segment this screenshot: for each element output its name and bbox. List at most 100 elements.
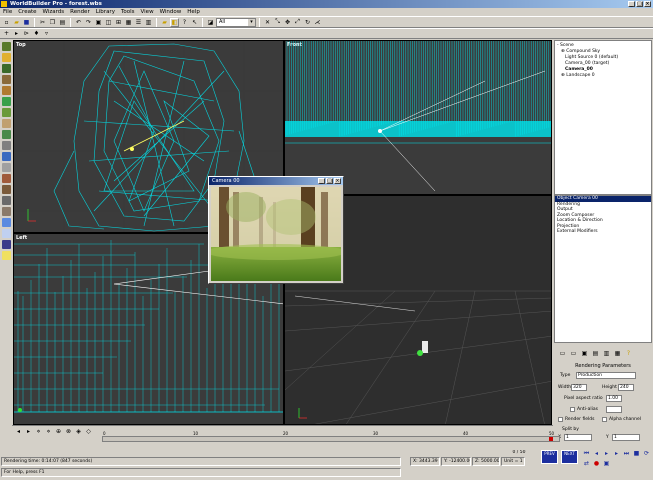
wall-tool-icon[interactable] — [1, 207, 11, 216]
cloud-tool-icon[interactable] — [1, 229, 11, 238]
key-icon[interactable]: ◂ — [14, 427, 23, 436]
open-folder-icon[interactable]: ▰ — [12, 18, 21, 27]
alpha-checkbox[interactable] — [602, 417, 607, 422]
ping-pong-icon[interactable]: ⇄ — [582, 459, 591, 468]
render-tool-icon[interactable]: ▥ — [602, 349, 611, 358]
menu-tools[interactable]: Tools — [121, 8, 135, 16]
filter-icon[interactable]: ▿ — [42, 29, 51, 38]
prop-item-modifiers[interactable]: External Modifiers — [555, 229, 651, 235]
camera-close-button[interactable]: × — [334, 178, 341, 184]
render-tool-icon[interactable]: ▤ — [591, 349, 600, 358]
prev-frame-button[interactable]: PREV — [541, 450, 558, 464]
tree-item[interactable]: ⊕ Landscape 0 — [557, 73, 649, 79]
height-input[interactable]: 240 — [618, 384, 634, 391]
context-help-icon[interactable]: ↖ — [190, 18, 199, 27]
menu-file[interactable]: File — [3, 8, 12, 16]
menu-render[interactable]: Render — [70, 8, 90, 16]
timeline-track[interactable]: 0 10 20 30 40 50 — [102, 431, 560, 442]
sky-tool-icon[interactable] — [1, 218, 11, 227]
maximize-button[interactable]: □ — [636, 1, 643, 7]
select-icon[interactable]: ⤡ — [273, 18, 282, 27]
copy-icon[interactable]: ❐ — [48, 18, 57, 27]
view-detail-icon[interactable]: ▥ — [144, 18, 153, 27]
antialias-checkbox[interactable] — [570, 407, 575, 412]
light-icon[interactable]: ♦ — [32, 29, 41, 38]
cut-icon[interactable]: ✂ — [38, 18, 47, 27]
next-frame-button[interactable]: NEXT — [561, 450, 578, 464]
y-input[interactable]: 1 — [612, 434, 640, 441]
menu-view[interactable]: View — [141, 8, 154, 16]
grass-tool-icon[interactable] — [1, 108, 11, 117]
new-file-icon[interactable]: ▫ — [2, 18, 11, 27]
aspect-input[interactable]: 1.00 — [606, 395, 622, 402]
road-tool-icon[interactable] — [1, 196, 11, 205]
key-icon[interactable]: ◇ — [84, 427, 93, 436]
pencil-tool-icon[interactable] — [1, 119, 11, 128]
type-select[interactable]: Production — [576, 372, 636, 379]
redo-icon[interactable]: ↷ — [84, 18, 93, 27]
menu-wizards[interactable]: Wizards — [43, 8, 65, 16]
render-fields-checkbox[interactable] — [558, 417, 563, 422]
minimize-button[interactable]: _ — [628, 1, 635, 7]
rotate-icon[interactable]: ↻ — [303, 18, 312, 27]
paste-icon[interactable]: ▤ — [58, 18, 67, 27]
key-icon[interactable]: ⊕ — [54, 427, 63, 436]
play-icon[interactable]: ▸ — [602, 449, 611, 458]
save-icon[interactable]: ■ — [22, 18, 31, 27]
stop-icon[interactable]: ■ — [632, 449, 641, 458]
fast-forward-icon[interactable]: ⏭ — [622, 449, 631, 458]
camera-preview-window[interactable]: Camera 00 _ □ × — [208, 176, 344, 284]
rock-tool-icon[interactable] — [1, 86, 11, 95]
key-icon[interactable]: ⊗ — [64, 427, 73, 436]
undo-icon[interactable]: ↶ — [74, 18, 83, 27]
view-list-icon[interactable]: ☰ — [134, 18, 143, 27]
timeline-end-marker[interactable] — [549, 437, 553, 441]
render-tool-icon[interactable]: ▣ — [580, 349, 589, 358]
key-icon[interactable]: ▸ — [24, 427, 33, 436]
camera-max-button[interactable]: □ — [326, 178, 333, 184]
plant-tool-icon[interactable] — [1, 97, 11, 106]
step-forward-icon[interactable]: ▸ — [612, 449, 621, 458]
x-input[interactable]: 1 — [564, 434, 592, 441]
library-icon[interactable]: ◧ — [170, 17, 179, 27]
view-split-icon[interactable]: ◫ — [104, 18, 113, 27]
bush-tool-icon[interactable] — [1, 130, 11, 139]
menu-help[interactable]: Help — [187, 8, 200, 16]
light-tool-icon[interactable] — [1, 251, 11, 260]
menu-create[interactable]: Create — [18, 8, 36, 16]
camera-min-button[interactable]: _ — [318, 178, 325, 184]
menu-library[interactable]: Library — [96, 8, 115, 16]
tree-tool-icon[interactable] — [1, 42, 11, 51]
view-single-icon[interactable]: ▣ — [94, 18, 103, 27]
view-quad-icon[interactable]: ⊞ — [114, 18, 123, 27]
render-help-icon[interactable]: ? — [624, 349, 633, 358]
folder-icon[interactable]: ▰ — [160, 18, 169, 27]
step-back-icon[interactable]: ◂ — [592, 449, 601, 458]
help-icon[interactable]: ? — [180, 18, 189, 27]
view-grid-icon[interactable]: ▦ — [124, 18, 133, 27]
key-icon[interactable]: ⋄ — [44, 427, 53, 436]
menu-window[interactable]: Window — [160, 8, 182, 16]
stone-tool-icon[interactable] — [1, 141, 11, 150]
rewind-icon[interactable]: ⏮ — [582, 449, 591, 458]
camera-gizmo[interactable] — [417, 341, 428, 356]
terrain-tool-icon[interactable] — [1, 75, 11, 84]
scene-tree[interactable]: - Scene ⊕ Compound Sky Light Source 0 (d… — [554, 40, 652, 195]
close-button[interactable]: × — [644, 1, 651, 7]
fog-tool-icon[interactable] — [1, 163, 11, 172]
render-tool-icon[interactable]: ▦ — [613, 349, 622, 358]
render-tool-icon[interactable]: ▭ — [569, 349, 578, 358]
antialias-input[interactable] — [606, 406, 622, 413]
camera-window-titlebar[interactable]: Camera 00 _ □ × — [209, 177, 343, 185]
sun-tool-icon[interactable] — [1, 53, 11, 62]
delete-icon[interactable]: ✕ — [263, 18, 272, 27]
settings-icon[interactable]: ▣ — [602, 459, 611, 468]
key-icon[interactable]: ◈ — [74, 427, 83, 436]
loop-icon[interactable]: ⟳ — [642, 449, 651, 458]
scale-icon[interactable]: ⤢ — [293, 18, 302, 27]
width-input[interactable]: 320 — [571, 384, 587, 391]
camera-tool-icon[interactable] — [1, 240, 11, 249]
viewport-front[interactable]: Front — [284, 40, 552, 195]
move-icon[interactable]: ✥ — [283, 18, 292, 27]
house-tool-icon[interactable] — [1, 174, 11, 183]
